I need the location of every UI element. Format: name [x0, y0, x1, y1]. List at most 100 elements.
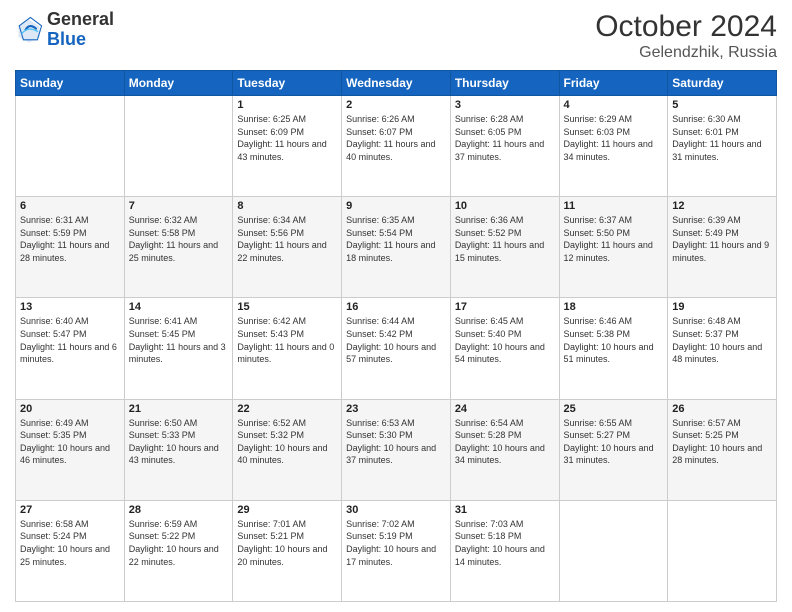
calendar-cell: 14Sunrise: 6:41 AM Sunset: 5:45 PM Dayli…: [124, 298, 233, 399]
day-number: 7: [129, 200, 229, 212]
day-number: 3: [455, 99, 555, 111]
calendar-cell: 6Sunrise: 6:31 AM Sunset: 5:59 PM Daylig…: [16, 197, 125, 298]
calendar-week-row: 13Sunrise: 6:40 AM Sunset: 5:47 PM Dayli…: [16, 298, 777, 399]
page-header: General Blue October 2024 Gelendzhik, Ru…: [15, 10, 777, 62]
calendar-header-row: SundayMondayTuesdayWednesdayThursdayFrid…: [16, 71, 777, 96]
calendar-cell: 29Sunrise: 7:01 AM Sunset: 5:21 PM Dayli…: [233, 500, 342, 601]
day-number: 20: [20, 403, 120, 415]
day-number: 27: [20, 504, 120, 516]
calendar-day-header: Thursday: [450, 71, 559, 96]
day-number: 15: [237, 301, 337, 313]
calendar-day-header: Saturday: [668, 71, 777, 96]
cell-info: Sunrise: 7:03 AM Sunset: 5:18 PM Dayligh…: [455, 518, 555, 568]
cell-info: Sunrise: 6:28 AM Sunset: 6:05 PM Dayligh…: [455, 113, 555, 163]
day-number: 10: [455, 200, 555, 212]
calendar-cell: 10 Sunrise: 6:36 AM Sunset: 5:52 PM Dayli…: [450, 197, 559, 298]
cell-info: Sunrise: 6:48 AM Sunset: 5:37 PM Dayligh…: [672, 315, 772, 365]
cell-info: Sunrise: 6:42 AM Sunset: 5:43 PM Dayligh…: [237, 315, 337, 365]
cell-info: Sunrise: 6:36 AM Sunset: 5:52 PM Dayligh…: [455, 214, 555, 264]
calendar-day-header: Monday: [124, 71, 233, 96]
calendar-cell: 12 Sunrise: 6:39 AM Sunset: 5:49 PM Dayli…: [668, 197, 777, 298]
calendar-cell: 8 Sunrise: 6:34 AM Sunset: 5:56 PM Daylig…: [233, 197, 342, 298]
calendar-cell: 16Sunrise: 6:44 AM Sunset: 5:42 PM Dayli…: [342, 298, 451, 399]
day-number: 14: [129, 301, 229, 313]
calendar-cell: 9 Sunrise: 6:35 AM Sunset: 5:54 PM Daylig…: [342, 197, 451, 298]
day-number: 11: [564, 200, 664, 212]
calendar-day-header: Wednesday: [342, 71, 451, 96]
day-number: 12: [672, 200, 772, 212]
calendar-cell: 24 Sunrise: 6:54 AM Sunset: 5:28 PM Dayli…: [450, 399, 559, 500]
cell-info: Sunrise: 6:49 AM Sunset: 5:35 PM Dayligh…: [20, 417, 120, 467]
calendar-cell: 27 Sunrise: 6:58 AM Sunset: 5:24 PM Dayli…: [16, 500, 125, 601]
calendar-cell: 5Sunrise: 6:30 AM Sunset: 6:01 PM Daylig…: [668, 96, 777, 197]
calendar-cell: 15 Sunrise: 6:42 AM Sunset: 5:43 PM Dayli…: [233, 298, 342, 399]
calendar-day-header: Sunday: [16, 71, 125, 96]
day-number: 25: [564, 403, 664, 415]
cell-info: Sunrise: 6:37 AM Sunset: 5:50 PM Dayligh…: [564, 214, 664, 264]
location: Gelendzhik, Russia: [595, 44, 777, 62]
day-number: 22: [237, 403, 337, 415]
cell-info: Sunrise: 6:39 AM Sunset: 5:49 PM Dayligh…: [672, 214, 772, 264]
calendar-cell: 31 Sunrise: 7:03 AM Sunset: 5:18 PM Dayli…: [450, 500, 559, 601]
calendar-week-row: 1Sunrise: 6:25 AM Sunset: 6:09 PM Daylig…: [16, 96, 777, 197]
calendar-cell: 30 Sunrise: 7:02 AM Sunset: 5:19 PM Dayli…: [342, 500, 451, 601]
calendar-table: SundayMondayTuesdayWednesdayThursdayFrid…: [15, 70, 777, 602]
calendar-cell: 19 Sunrise: 6:48 AM Sunset: 5:37 PM Dayli…: [668, 298, 777, 399]
calendar-cell: 20 Sunrise: 6:49 AM Sunset: 5:35 PM Dayli…: [16, 399, 125, 500]
logo-blue: Blue: [47, 29, 86, 49]
cell-info: Sunrise: 6:45 AM Sunset: 5:40 PM Dayligh…: [455, 315, 555, 365]
cell-info: Sunrise: 6:26 AM Sunset: 6:07 PM Dayligh…: [346, 113, 446, 163]
day-number: 23: [346, 403, 446, 415]
calendar-cell: [559, 500, 668, 601]
calendar-cell: 4Sunrise: 6:29 AM Sunset: 6:03 PM Daylig…: [559, 96, 668, 197]
cell-info: Sunrise: 6:46 AM Sunset: 5:38 PM Dayligh…: [564, 315, 664, 365]
day-number: 8: [237, 200, 337, 212]
cell-info: Sunrise: 6:58 AM Sunset: 5:24 PM Dayligh…: [20, 518, 120, 568]
day-number: 17: [455, 301, 555, 313]
day-number: 13: [20, 301, 120, 313]
calendar-cell: 7 Sunrise: 6:32 AM Sunset: 5:58 PM Daylig…: [124, 197, 233, 298]
calendar-cell: 11 Sunrise: 6:37 AM Sunset: 5:50 PM Dayli…: [559, 197, 668, 298]
cell-info: Sunrise: 6:35 AM Sunset: 5:54 PM Dayligh…: [346, 214, 446, 264]
cell-info: Sunrise: 6:34 AM Sunset: 5:56 PM Dayligh…: [237, 214, 337, 264]
calendar-week-row: 27 Sunrise: 6:58 AM Sunset: 5:24 PM Dayli…: [16, 500, 777, 601]
calendar-week-row: 20 Sunrise: 6:49 AM Sunset: 5:35 PM Dayli…: [16, 399, 777, 500]
calendar-cell: 18 Sunrise: 6:46 AM Sunset: 5:38 PM Dayli…: [559, 298, 668, 399]
day-number: 28: [129, 504, 229, 516]
calendar-cell: 28 Sunrise: 6:59 AM Sunset: 5:22 PM Dayli…: [124, 500, 233, 601]
calendar-cell: [124, 96, 233, 197]
day-number: 19: [672, 301, 772, 313]
day-number: 30: [346, 504, 446, 516]
day-number: 1: [237, 99, 337, 111]
cell-info: Sunrise: 6:50 AM Sunset: 5:33 PM Dayligh…: [129, 417, 229, 467]
logo: General Blue: [15, 10, 114, 50]
day-number: 9: [346, 200, 446, 212]
cell-info: Sunrise: 7:02 AM Sunset: 5:19 PM Dayligh…: [346, 518, 446, 568]
cell-info: Sunrise: 6:57 AM Sunset: 5:25 PM Dayligh…: [672, 417, 772, 467]
day-number: 31: [455, 504, 555, 516]
calendar-cell: 26Sunrise: 6:57 AM Sunset: 5:25 PM Dayli…: [668, 399, 777, 500]
calendar-cell: 2Sunrise: 6:26 AM Sunset: 6:07 PM Daylig…: [342, 96, 451, 197]
day-number: 16: [346, 301, 446, 313]
cell-info: Sunrise: 6:30 AM Sunset: 6:01 PM Dayligh…: [672, 113, 772, 163]
calendar-cell: 13Sunrise: 6:40 AM Sunset: 5:47 PM Dayli…: [16, 298, 125, 399]
cell-info: Sunrise: 6:59 AM Sunset: 5:22 PM Dayligh…: [129, 518, 229, 568]
cell-info: Sunrise: 6:53 AM Sunset: 5:30 PM Dayligh…: [346, 417, 446, 467]
day-number: 21: [129, 403, 229, 415]
title-block: October 2024 Gelendzhik, Russia: [595, 10, 777, 62]
calendar-cell: [668, 500, 777, 601]
logo-general: General: [47, 9, 114, 29]
calendar-cell: 3 Sunrise: 6:28 AM Sunset: 6:05 PM Daylig…: [450, 96, 559, 197]
cell-info: Sunrise: 6:54 AM Sunset: 5:28 PM Dayligh…: [455, 417, 555, 467]
cell-info: Sunrise: 6:31 AM Sunset: 5:59 PM Dayligh…: [20, 214, 120, 264]
day-number: 18: [564, 301, 664, 313]
calendar-cell: 21 Sunrise: 6:50 AM Sunset: 5:33 PM Dayli…: [124, 399, 233, 500]
month-title: October 2024: [595, 10, 777, 44]
day-number: 24: [455, 403, 555, 415]
calendar-cell: 25Sunrise: 6:55 AM Sunset: 5:27 PM Dayli…: [559, 399, 668, 500]
calendar-week-row: 6Sunrise: 6:31 AM Sunset: 5:59 PM Daylig…: [16, 197, 777, 298]
cell-info: Sunrise: 6:32 AM Sunset: 5:58 PM Dayligh…: [129, 214, 229, 264]
logo-icon: [15, 16, 43, 44]
calendar-cell: 1Sunrise: 6:25 AM Sunset: 6:09 PM Daylig…: [233, 96, 342, 197]
calendar-cell: 22Sunrise: 6:52 AM Sunset: 5:32 PM Dayli…: [233, 399, 342, 500]
